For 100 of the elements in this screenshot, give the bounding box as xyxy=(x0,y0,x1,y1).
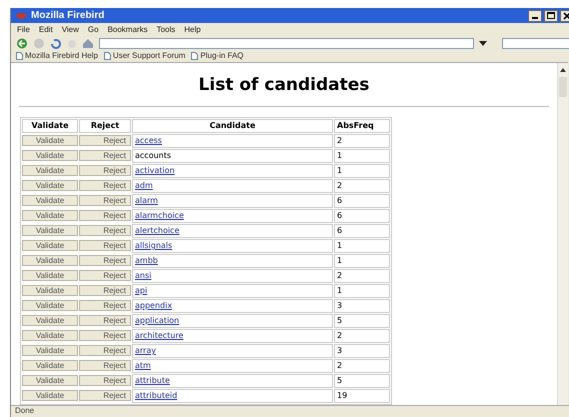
candidate-link[interactable]: appendix xyxy=(135,300,172,310)
candidate-link[interactable]: atm xyxy=(135,360,151,370)
menu-item[interactable]: File xyxy=(17,24,30,36)
menu-item[interactable]: Edit xyxy=(38,24,53,36)
candidate-link[interactable]: application xyxy=(135,316,180,325)
frequency-cell: 6 xyxy=(334,224,390,238)
window-title: Mozilla Firebird xyxy=(31,9,104,24)
candidate-link[interactable]: alertchoice xyxy=(135,226,180,235)
frequency-cell: 6 xyxy=(334,194,390,208)
menu-item[interactable]: View xyxy=(62,24,79,36)
page-heading: List of candidates xyxy=(198,74,370,98)
validate-button[interactable]: Validate xyxy=(22,390,78,401)
frequency-cell: 1 xyxy=(334,254,390,268)
frequency-cell: 2 xyxy=(334,134,390,148)
dropdown-arrow-icon[interactable] xyxy=(479,40,487,47)
bird-icon xyxy=(15,11,27,20)
validate-button[interactable]: Validate xyxy=(22,270,78,281)
candidate-link[interactable]: alarm xyxy=(135,196,158,205)
reject-button[interactable]: Reject xyxy=(79,134,131,146)
candidate-link[interactable]: attribute xyxy=(135,376,170,385)
validate-button[interactable]: Validate xyxy=(22,224,78,236)
reject-button[interactable]: Reject xyxy=(79,314,131,326)
scrollbar-thumb[interactable] xyxy=(559,77,567,98)
scroll-up-arrow-icon[interactable] xyxy=(560,68,566,72)
candidate-link[interactable]: alarmchoice xyxy=(135,210,184,220)
bookmark-link[interactable]: Mozilla Firebird Help xyxy=(16,50,98,62)
search-field[interactable] xyxy=(502,38,569,50)
column-header: AbsFreq xyxy=(334,118,390,133)
candidate-text: accounts xyxy=(135,150,172,160)
menu-item[interactable]: Go xyxy=(88,24,99,36)
reject-button[interactable]: Reject xyxy=(79,270,131,281)
candidate-link[interactable]: activation xyxy=(135,166,175,175)
candidate-link[interactable]: attributeid xyxy=(135,390,178,400)
page-icon xyxy=(191,52,198,60)
validate-button[interactable]: Validate xyxy=(22,300,78,311)
frequency-cell: 1 xyxy=(334,284,390,298)
candidate-link[interactable]: architecture xyxy=(135,330,184,340)
reject-button[interactable]: Reject xyxy=(79,284,131,296)
reject-button[interactable]: Reject xyxy=(79,254,131,266)
reject-button[interactable]: Reject xyxy=(79,374,131,386)
frequency-cell: 3 xyxy=(334,298,390,313)
reject-button[interactable]: Reject xyxy=(79,390,131,401)
column-header: Candidate xyxy=(132,118,333,133)
validate-button[interactable]: Validate xyxy=(22,210,78,221)
maximize-button[interactable] xyxy=(544,10,558,22)
menu-item[interactable]: Bookmarks xyxy=(108,24,148,36)
back-arrow-icon[interactable] xyxy=(16,38,28,50)
reject-button[interactable]: Reject xyxy=(79,224,131,236)
reject-button[interactable]: Reject xyxy=(79,330,131,341)
candidate-link[interactable]: access xyxy=(135,136,162,145)
bookmark-link[interactable]: User Support Forum xyxy=(104,50,186,62)
validate-button[interactable]: Validate xyxy=(22,254,78,266)
frequency-cell: 2 xyxy=(334,268,390,283)
frequency-cell: 1 xyxy=(334,148,390,163)
candidate-link[interactable]: ansi xyxy=(135,270,152,280)
validate-button[interactable]: Validate xyxy=(22,180,78,191)
reject-button[interactable]: Reject xyxy=(79,240,131,251)
validate-button[interactable]: Validate xyxy=(22,374,78,386)
validate-button[interactable]: Validate xyxy=(22,314,78,326)
column-header: Validate xyxy=(22,118,78,133)
home-icon[interactable] xyxy=(82,38,94,50)
reject-button[interactable]: Reject xyxy=(79,360,131,371)
address-field[interactable] xyxy=(99,38,474,50)
validate-button[interactable]: Validate xyxy=(22,344,78,356)
validate-button[interactable]: Validate xyxy=(22,240,78,251)
validate-button[interactable]: Validate xyxy=(22,164,78,176)
candidate-link[interactable]: adm xyxy=(135,180,153,190)
reject-button[interactable]: Reject xyxy=(79,210,131,221)
candidate-link[interactable]: array xyxy=(135,346,156,355)
menu-item[interactable]: Help xyxy=(184,24,201,36)
frequency-cell: 6 xyxy=(334,208,390,223)
frequency-cell: 19 xyxy=(334,388,390,403)
page-icon xyxy=(16,52,23,60)
scrollbar[interactable] xyxy=(557,63,568,405)
status-text: Done xyxy=(15,405,34,417)
candidate-link[interactable]: api xyxy=(135,286,148,295)
page-icon xyxy=(104,52,111,60)
bookmark-link[interactable]: Plug-in FAQ xyxy=(191,50,244,62)
menu-item[interactable]: Tools xyxy=(156,24,176,36)
reject-button[interactable]: Reject xyxy=(79,164,131,176)
candidate-link[interactable]: allsignals xyxy=(135,240,172,250)
column-header: Reject xyxy=(79,118,131,133)
validate-button[interactable]: Validate xyxy=(22,284,78,296)
reload-icon[interactable] xyxy=(50,38,62,50)
candidate-link[interactable]: ambb xyxy=(135,256,158,265)
frequency-cell: 2 xyxy=(334,358,390,373)
validate-button[interactable]: Validate xyxy=(22,150,78,161)
reject-button[interactable]: Reject xyxy=(79,150,131,161)
validate-button[interactable]: Validate xyxy=(22,134,78,146)
frequency-cell: 3 xyxy=(334,344,390,358)
frequency-cell: 5 xyxy=(334,374,390,388)
frequency-cell: 2 xyxy=(334,178,390,193)
reject-button[interactable]: Reject xyxy=(79,194,131,206)
minimize-button[interactable] xyxy=(528,10,542,22)
validate-button[interactable]: Validate xyxy=(22,360,78,371)
validate-button[interactable]: Validate xyxy=(22,330,78,341)
reject-button[interactable]: Reject xyxy=(79,180,131,191)
reject-button[interactable]: Reject xyxy=(79,300,131,311)
reject-button[interactable]: Reject xyxy=(79,344,131,356)
validate-button[interactable]: Validate xyxy=(22,194,78,206)
